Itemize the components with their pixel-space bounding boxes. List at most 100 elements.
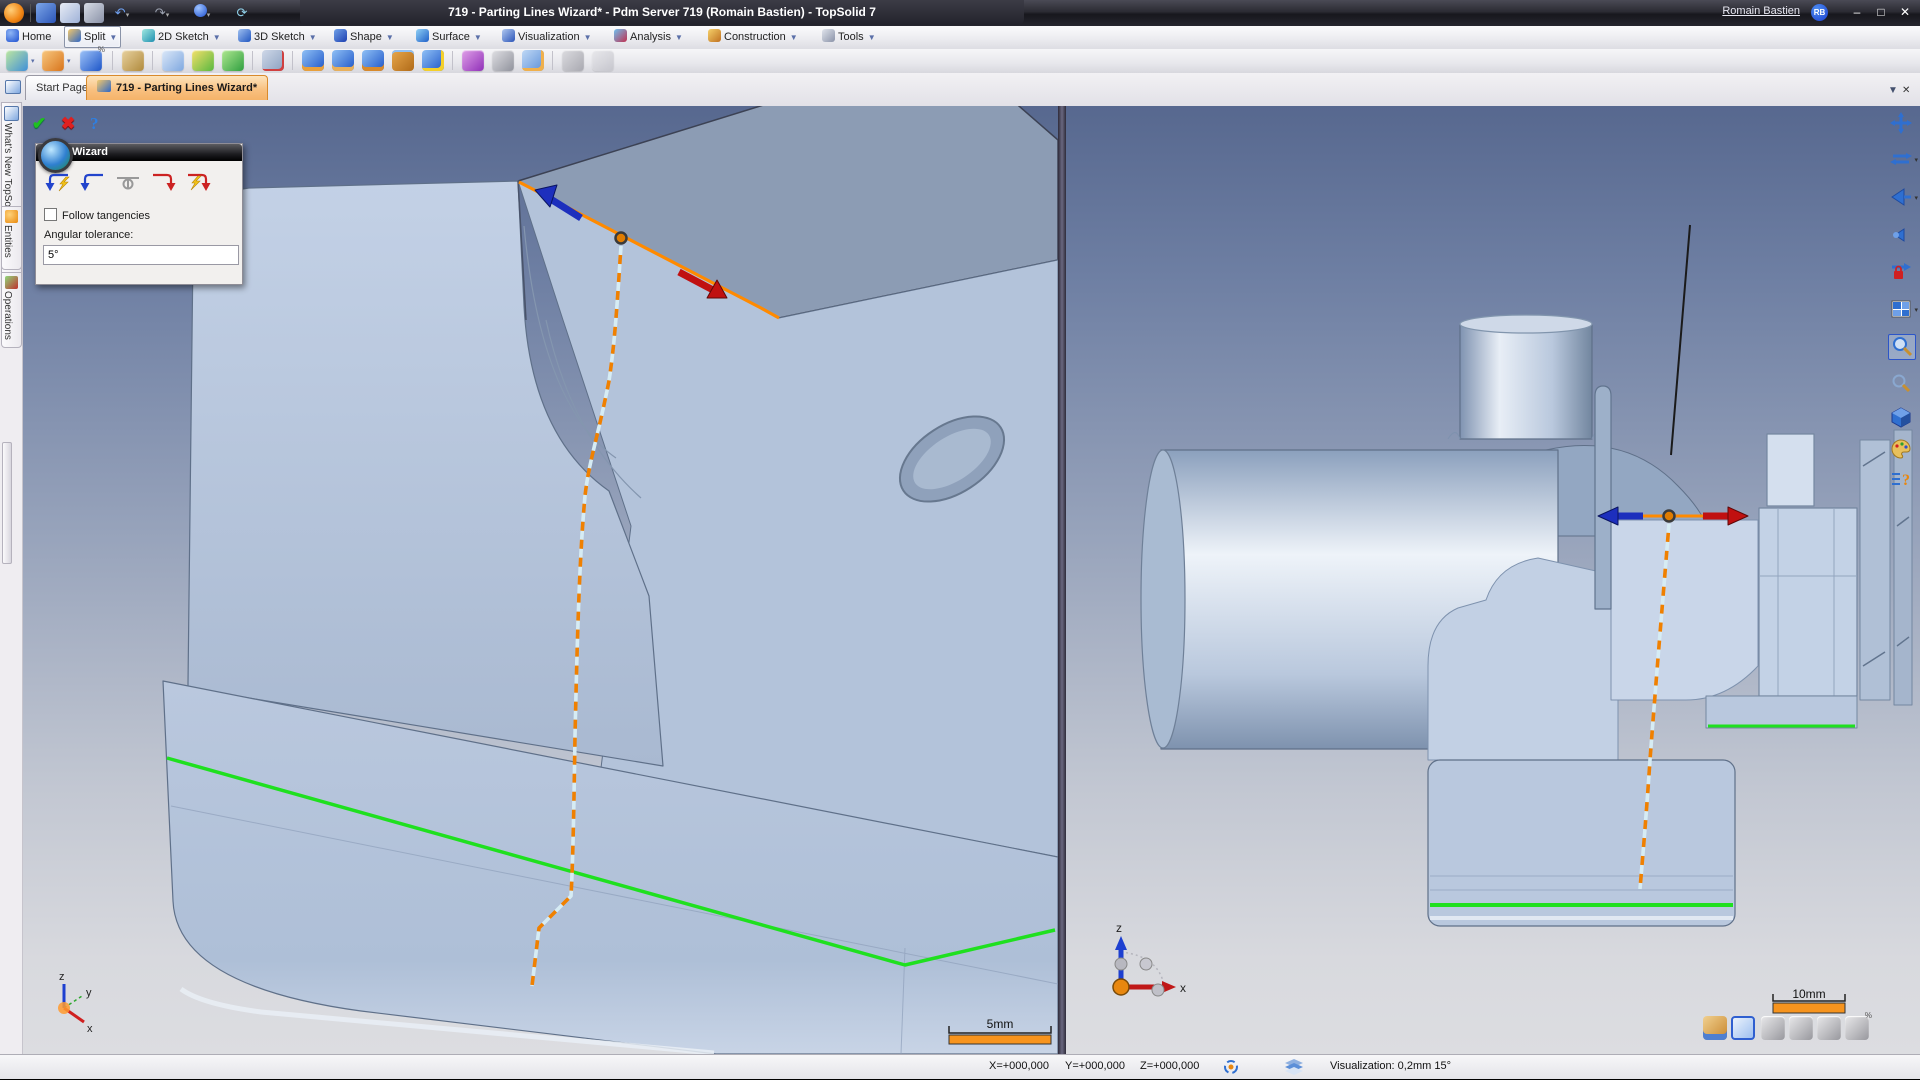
viewport-splitter[interactable] (1058, 106, 1066, 1054)
contextual-help-icon[interactable]: ? (1888, 468, 1914, 492)
follow-tangencies-row: Follow tangencies (44, 208, 150, 222)
tab-list-dropdown-icon[interactable]: ▼ (1888, 85, 1898, 96)
menu-analysis[interactable]: Analysis▼ (614, 27, 683, 47)
copy-icon[interactable] (60, 3, 80, 23)
menu-surface[interactable]: Surface▼ (416, 27, 482, 47)
follow-tangencies-checkbox[interactable] (44, 208, 57, 221)
chart-arrow-icon[interactable] (6, 50, 28, 71)
menu-tools[interactable]: Tools▼ (822, 27, 876, 47)
gray-sheets-1-icon[interactable] (562, 50, 584, 71)
green-part-icon[interactable] (222, 50, 244, 71)
step-forward-fast-icon[interactable] (184, 170, 212, 194)
menu-split[interactable]: Split▼ (64, 26, 121, 48)
gray-sheets-2-icon[interactable] (592, 50, 614, 71)
help-button[interactable]: ? (90, 114, 99, 133)
orbit-rotation-icon[interactable] (1222, 1058, 1240, 1079)
close-button[interactable]: ✕ (1894, 4, 1916, 21)
tab-close-icon[interactable]: ✕ (1902, 85, 1910, 96)
parting-point-handle[interactable] (616, 233, 627, 244)
probe-line (1671, 225, 1690, 455)
save-icon[interactable] (36, 3, 56, 23)
isometric-cube-icon[interactable] (1888, 406, 1914, 430)
gray-mode-2-icon[interactable] (1789, 1016, 1813, 1040)
gray-mode-1-icon[interactable] (1761, 1016, 1785, 1040)
maximize-button[interactable]: □ (1870, 4, 1892, 21)
zoom-magnifier-icon[interactable] (1888, 372, 1914, 396)
menu-visualization[interactable]: Visualization▼ (502, 27, 591, 47)
home-icon (6, 29, 19, 42)
chevron-down-icon[interactable]: ▾ (67, 57, 71, 65)
translucent-cube-icon[interactable] (162, 50, 184, 71)
mold-part-2-icon[interactable] (332, 50, 354, 71)
model-left[interactable] (163, 106, 1058, 1054)
step-forward-icon[interactable] (149, 170, 177, 194)
menu-shape[interactable]: Shape▼ (334, 27, 394, 47)
filter-funnel-icon[interactable]: ▾ (1888, 186, 1914, 210)
axis-triad-left: z y x (58, 971, 93, 1035)
gray-parts-icon[interactable] (492, 50, 514, 71)
angular-tolerance-label: Angular tolerance: (44, 229, 133, 241)
part-sphere-icon[interactable] (522, 50, 544, 71)
step-backward-icon[interactable] (79, 170, 107, 194)
hammer-icon (708, 29, 721, 42)
wizard-icon (38, 138, 73, 173)
anchor-point-icon[interactable] (114, 170, 142, 194)
sidebar-item-entities[interactable]: Entities (1, 206, 22, 270)
validation-bar: ✔ ✖ ? (32, 114, 108, 136)
print-icon[interactable] (84, 3, 104, 23)
3d-view-side[interactable]: z x 10mm (1066, 106, 1920, 1054)
mold-part-bolt-icon[interactable] (422, 50, 444, 71)
menu-2d-sketch[interactable]: 2D Sketch▼ (142, 27, 221, 47)
mold-part-4-icon[interactable] (392, 50, 414, 71)
menu-home[interactable]: Home (6, 27, 51, 47)
mold-part-1-icon[interactable] (302, 50, 324, 71)
redo-icon[interactable]: ↷▾ (152, 3, 172, 23)
view-sphere-icon[interactable]: ▾ (192, 3, 212, 23)
title-bar: ↶▾ ↷▾ ▾ ⟳ 719 - Parting Lines Wizard* - … (0, 0, 1920, 27)
mold-part-3-icon[interactable] (362, 50, 384, 71)
split-icon (68, 29, 81, 42)
cancel-button[interactable]: ✖ (61, 114, 75, 133)
accept-button[interactable]: ✔ (32, 114, 46, 133)
page-icon (4, 106, 19, 121)
step-backward-fast-icon[interactable] (44, 170, 72, 194)
model-right[interactable] (1141, 225, 1912, 926)
gray-mode-3-icon[interactable] (1817, 1016, 1841, 1040)
mouse-percent-icon[interactable]: % (80, 50, 102, 71)
angular-tolerance-input[interactable] (43, 245, 239, 265)
viewports-grid-icon[interactable]: ▾ (1888, 298, 1914, 322)
menu-3d-sketch[interactable]: 3D Sketch▼ (238, 27, 317, 47)
zoom-window-icon[interactable] (1888, 334, 1916, 360)
parting-point-handle[interactable] (1664, 511, 1675, 522)
svg-text:10mm: 10mm (1792, 987, 1825, 1001)
gray-mode-percent-icon[interactable]: % (1845, 1016, 1869, 1040)
tab-parting-lines-wizard[interactable]: 719 - Parting Lines Wizard* (86, 75, 268, 100)
orange-swoosh-icon[interactable] (42, 50, 64, 71)
user-account-link[interactable]: Romain Bastien (1722, 5, 1800, 17)
layers-icon[interactable] (1285, 1059, 1303, 1078)
wireframe-box-icon[interactable] (1731, 1016, 1755, 1040)
part-axes-icon[interactable] (262, 50, 284, 71)
purple-part-icon[interactable] (462, 50, 484, 71)
refresh-icon[interactable]: ⟳ (232, 3, 252, 23)
scale-bar-right: 10mm (1773, 987, 1845, 1013)
gold-curve-icon[interactable] (122, 50, 144, 71)
user-avatar-badge[interactable]: RB (1811, 4, 1828, 21)
shaded-glasses-icon[interactable] (1703, 1016, 1727, 1040)
filter-funnel-small-icon[interactable] (1888, 224, 1914, 248)
menu-construction[interactable]: Construction▼ (708, 27, 798, 47)
yellow-green-parts-icon[interactable] (192, 50, 214, 71)
coordinate-y: Y=+000,000 (1065, 1060, 1125, 1072)
translate-arrows-icon[interactable]: ▾ (1888, 148, 1914, 172)
status-bar: X=+000,000 Y=+000,000 Z=+000,000 Visuali… (0, 1054, 1920, 1079)
viewport-right[interactable]: z x 10mm (1066, 106, 1920, 1054)
undo-icon[interactable]: ↶▾ (112, 3, 132, 23)
chevron-down-icon[interactable]: ▾ (31, 57, 35, 65)
window-title: 719 - Parting Lines Wizard* - Pdm Server… (300, 0, 1024, 25)
sidebar-item-operations[interactable]: Operations (1, 272, 22, 348)
pan-arrows-icon[interactable] (1888, 112, 1914, 136)
minimize-button[interactable]: – (1846, 4, 1868, 21)
locked-arrow-icon[interactable] (1888, 260, 1914, 284)
panel-splitter-handle[interactable] (2, 442, 12, 564)
color-palette-icon[interactable] (1888, 438, 1914, 462)
